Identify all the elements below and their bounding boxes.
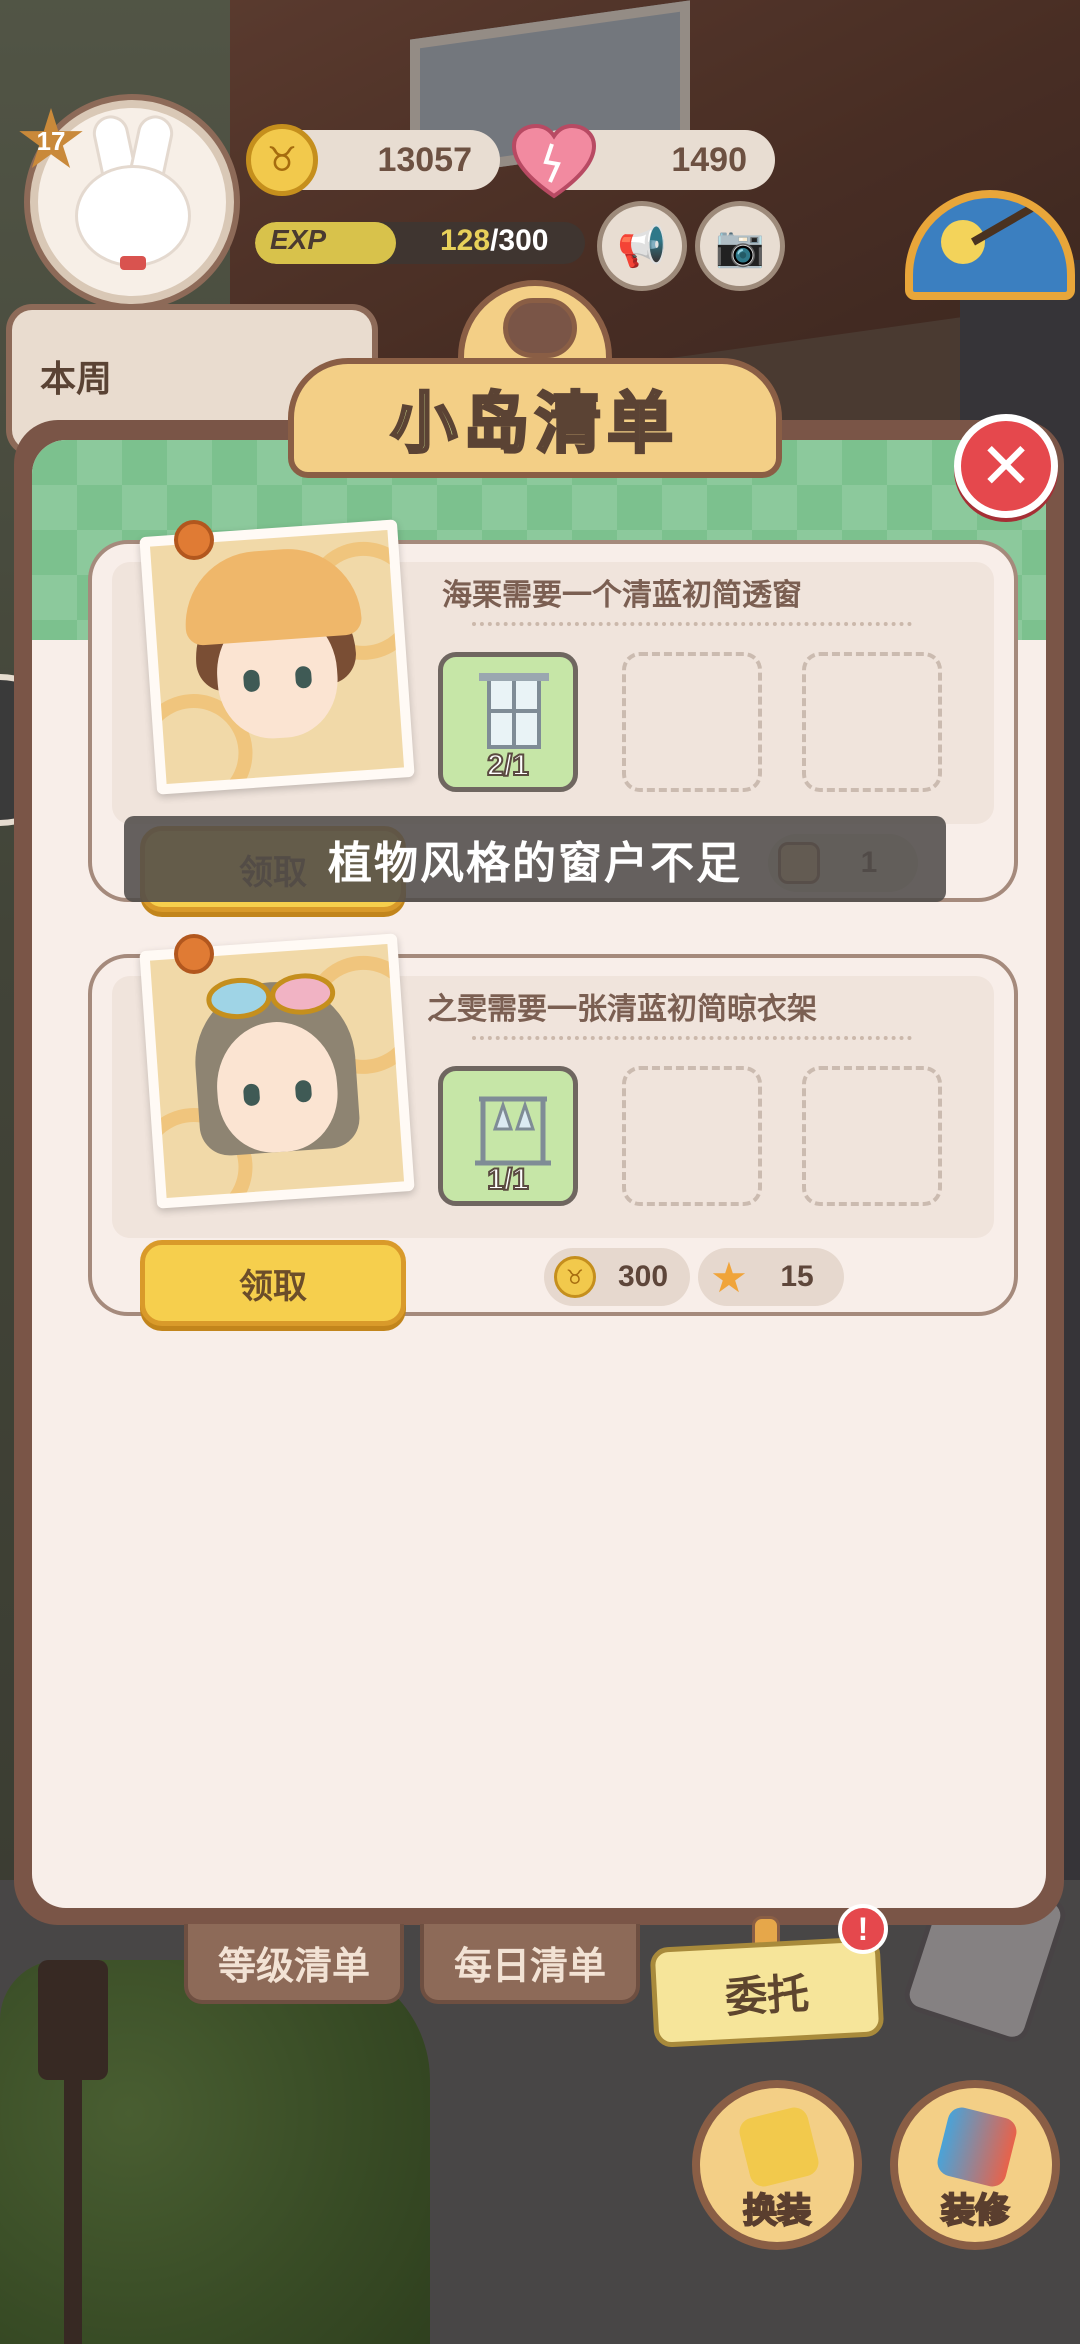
weekly-event-label: 本周	[40, 358, 113, 399]
tab-label: 等级清单	[217, 1945, 370, 1988]
exp-value: 128/300	[440, 224, 548, 258]
coin-icon: ♉	[554, 1256, 596, 1298]
player-avatar[interactable]	[30, 100, 234, 304]
item-slot-empty	[802, 1066, 942, 1206]
npc-portrait-ziwen	[139, 933, 415, 1209]
reward-value: 300	[617, 1260, 669, 1293]
reward-coins: ♉ 300	[544, 1248, 690, 1306]
bow-icon	[120, 256, 146, 270]
item-slot-empty	[622, 1066, 762, 1206]
megaphone-icon: 📢	[617, 224, 667, 269]
task-title: 之雯需要一张清蓝初简晾衣架	[427, 993, 817, 1026]
dress-up-label: 换装	[742, 2191, 812, 2231]
page-title: 小岛清单	[390, 385, 679, 462]
heart-icon	[512, 124, 596, 199]
bunny-face-icon	[78, 168, 188, 264]
toast-message: 植物风格的窗户不足	[124, 816, 946, 902]
pushpin-icon	[174, 520, 214, 560]
slot-count: 1/1	[486, 1162, 530, 1197]
reward-stars: ★ 15	[698, 1248, 844, 1306]
window-item-icon	[479, 673, 549, 749]
title-divider	[472, 1036, 912, 1040]
star-icon: ★	[710, 1253, 748, 1301]
task-title: 海栗需要一个清蓝初简透窗	[442, 579, 802, 612]
slot-count: 2/1	[486, 748, 530, 783]
eye-right	[294, 1079, 313, 1103]
item-slot-empty	[802, 652, 942, 792]
eye-right	[294, 665, 313, 689]
claim-button[interactable]: 领取	[140, 1240, 406, 1326]
exp-max: /300	[490, 224, 549, 257]
tab-daily-list[interactable]: 每日清单	[420, 1924, 640, 2004]
close-button[interactable]: ✕	[954, 414, 1058, 518]
tab-label: 每日清单	[453, 1945, 606, 1988]
paint-roller-icon	[934, 2104, 1020, 2190]
eye-left	[242, 669, 261, 693]
close-icon: ✕	[979, 429, 1033, 502]
title-divider	[472, 622, 912, 626]
tab-level-list[interactable]: 等级清单	[184, 1924, 404, 2004]
decorate-button[interactable]: 装修	[890, 2080, 1060, 2250]
announcement-button[interactable]: 📢	[602, 206, 682, 286]
item-slot-filled[interactable]: 2/1	[438, 652, 578, 792]
tab-commission[interactable]: 委托	[649, 1936, 885, 2048]
title-plate: 小岛清单	[288, 358, 782, 478]
dress-up-icon	[736, 2104, 822, 2190]
sunglasses-icon	[206, 973, 336, 1020]
coin-count: 13057	[377, 140, 472, 179]
eye-left	[242, 1083, 261, 1107]
clothes-rack-item-icon	[475, 1096, 551, 1166]
pushpin-icon	[174, 934, 214, 974]
camera-button[interactable]: 📷	[700, 206, 780, 286]
dress-up-button[interactable]: 换装	[692, 2080, 862, 2250]
coin-icon: ♉	[246, 124, 318, 196]
reward-value: 15	[780, 1260, 814, 1293]
decorate-label: 装修	[940, 2191, 1010, 2231]
exp-current: 128	[440, 224, 491, 257]
tab-label: 委托	[723, 1969, 811, 2021]
claim-label: 领取	[239, 1267, 307, 1306]
dial-arrow-icon	[971, 198, 1053, 246]
title-hanger-hole	[503, 298, 577, 358]
camera-icon: 📷	[715, 224, 765, 269]
heart-count: 1490	[671, 140, 747, 179]
notification-badge: !	[838, 1904, 888, 1954]
panel-title-board: 小岛清单	[288, 280, 782, 480]
npc-portrait-haili	[139, 519, 415, 795]
item-slot-filled[interactable]: 1/1	[438, 1066, 578, 1206]
item-slot-empty	[622, 652, 762, 792]
exp-label: EXP	[270, 224, 327, 255]
